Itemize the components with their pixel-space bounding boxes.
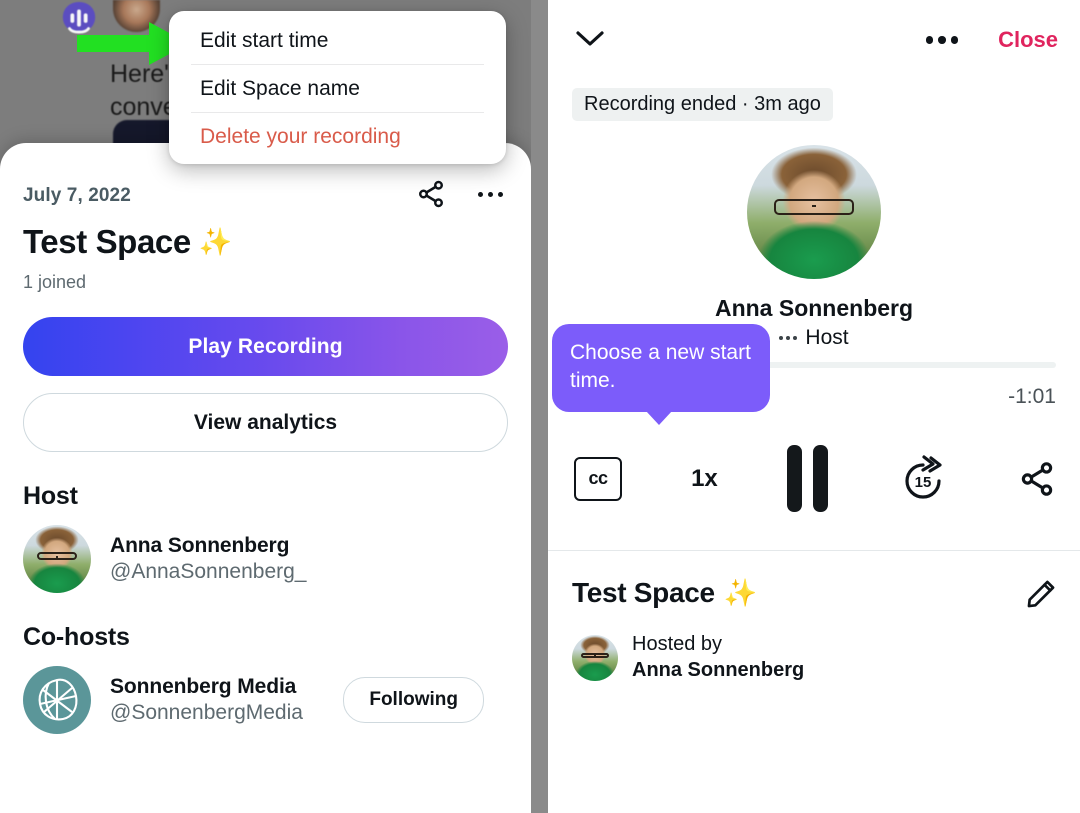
chevron-down-icon[interactable] <box>572 26 608 55</box>
close-button[interactable]: Close <box>998 27 1058 53</box>
left-panel: Here's conver Edit start time Edit Space… <box>0 0 531 813</box>
player-controls: cc 1x 15 <box>548 445 1080 512</box>
menu-item-edit-start-time[interactable]: Edit start time <box>169 17 506 64</box>
player-topbar: Close <box>548 0 1080 80</box>
pencil-edit-icon[interactable] <box>1024 577 1058 611</box>
following-button[interactable]: Following <box>343 677 484 723</box>
space-detail-sheet: July 7, 2022 Test Space ✨ 1 joined Play … <box>0 143 531 813</box>
speaker-role-row: Host <box>779 326 849 350</box>
footer-space-title-row: Test Space ✨ <box>572 577 757 609</box>
joined-count: 1 joined <box>23 272 87 292</box>
active-speaker: Anna Sonnenberg Host <box>548 145 1080 350</box>
context-menu[interactable]: Edit start time Edit Space name Delete y… <box>169 11 506 164</box>
footer-space-title: Test Space <box>572 577 715 608</box>
panel-gutter-scrollbar[interactable] <box>531 0 548 813</box>
footer-host-row[interactable]: Hosted by Anna Sonnenberg <box>572 633 1058 682</box>
svg-text:15: 15 <box>915 474 932 491</box>
avatar[interactable] <box>572 634 618 681</box>
host-name: Anna Sonnenberg <box>110 534 290 557</box>
space-title: Test Space <box>23 223 191 260</box>
sparkles-icon: ✨ <box>723 577 758 608</box>
share-icon[interactable] <box>1018 460 1056 498</box>
sparkles-icon: ✨ <box>198 226 233 257</box>
playback-speed-button[interactable]: 1x <box>691 465 718 493</box>
view-analytics-button[interactable]: View analytics <box>23 393 508 452</box>
status-badge: Recording ended · 3m ago <box>572 88 833 121</box>
captions-button[interactable]: cc <box>574 456 622 501</box>
muted-dots-icon <box>779 336 798 340</box>
remaining-time: -1:01 <box>1008 385 1056 408</box>
tooltip-choose-start-time: Choose a new start time. <box>552 324 770 425</box>
space-footer: Test Space ✨ Hosted by Anna Sonnenberg <box>548 551 1080 682</box>
speaker-name: Anna Sonnenberg <box>714 295 914 321</box>
space-date: July 7, 2022 <box>23 185 131 206</box>
share-icon[interactable] <box>416 179 446 209</box>
avatar[interactable] <box>747 145 881 279</box>
cohost-name: Sonnenberg Media <box>110 675 297 698</box>
more-options-icon[interactable] <box>925 36 959 44</box>
list-item[interactable]: Sonnenberg Media @SonnenbergMedia Follow… <box>23 666 508 734</box>
play-recording-button[interactable]: Play Recording <box>23 317 508 376</box>
space-title-row: Test Space ✨ <box>23 223 508 261</box>
hosted-by-label: Hosted by <box>632 633 723 655</box>
sheet-header: July 7, 2022 <box>23 180 508 209</box>
host-handle: @AnnaSonnenberg_ <box>110 560 307 583</box>
sonnenberg-media-logo-icon <box>38 678 78 721</box>
screenshot-root: Here's conver Edit start time Edit Space… <box>0 0 1080 813</box>
menu-item-edit-space-name[interactable]: Edit Space name <box>169 65 506 112</box>
forward-15-icon[interactable]: 15 <box>897 453 949 505</box>
tooltip-text: Choose a new start time. <box>570 341 751 392</box>
more-options-icon[interactable] <box>478 191 503 197</box>
tooltip-arrow <box>646 411 672 425</box>
avatar[interactable] <box>23 525 91 593</box>
host-section-label: Host <box>23 482 78 510</box>
cohosts-section-label: Co-hosts <box>23 623 130 651</box>
footer-host-name: Anna Sonnenberg <box>632 659 805 681</box>
avatar[interactable] <box>23 666 91 734</box>
menu-item-delete-recording[interactable]: Delete your recording <box>169 113 506 160</box>
speaker-role: Host <box>805 326 849 349</box>
cohost-handle: @SonnenbergMedia <box>110 701 303 724</box>
pause-button[interactable] <box>786 445 828 512</box>
host-row[interactable]: Anna Sonnenberg @AnnaSonnenberg_ <box>23 525 508 593</box>
